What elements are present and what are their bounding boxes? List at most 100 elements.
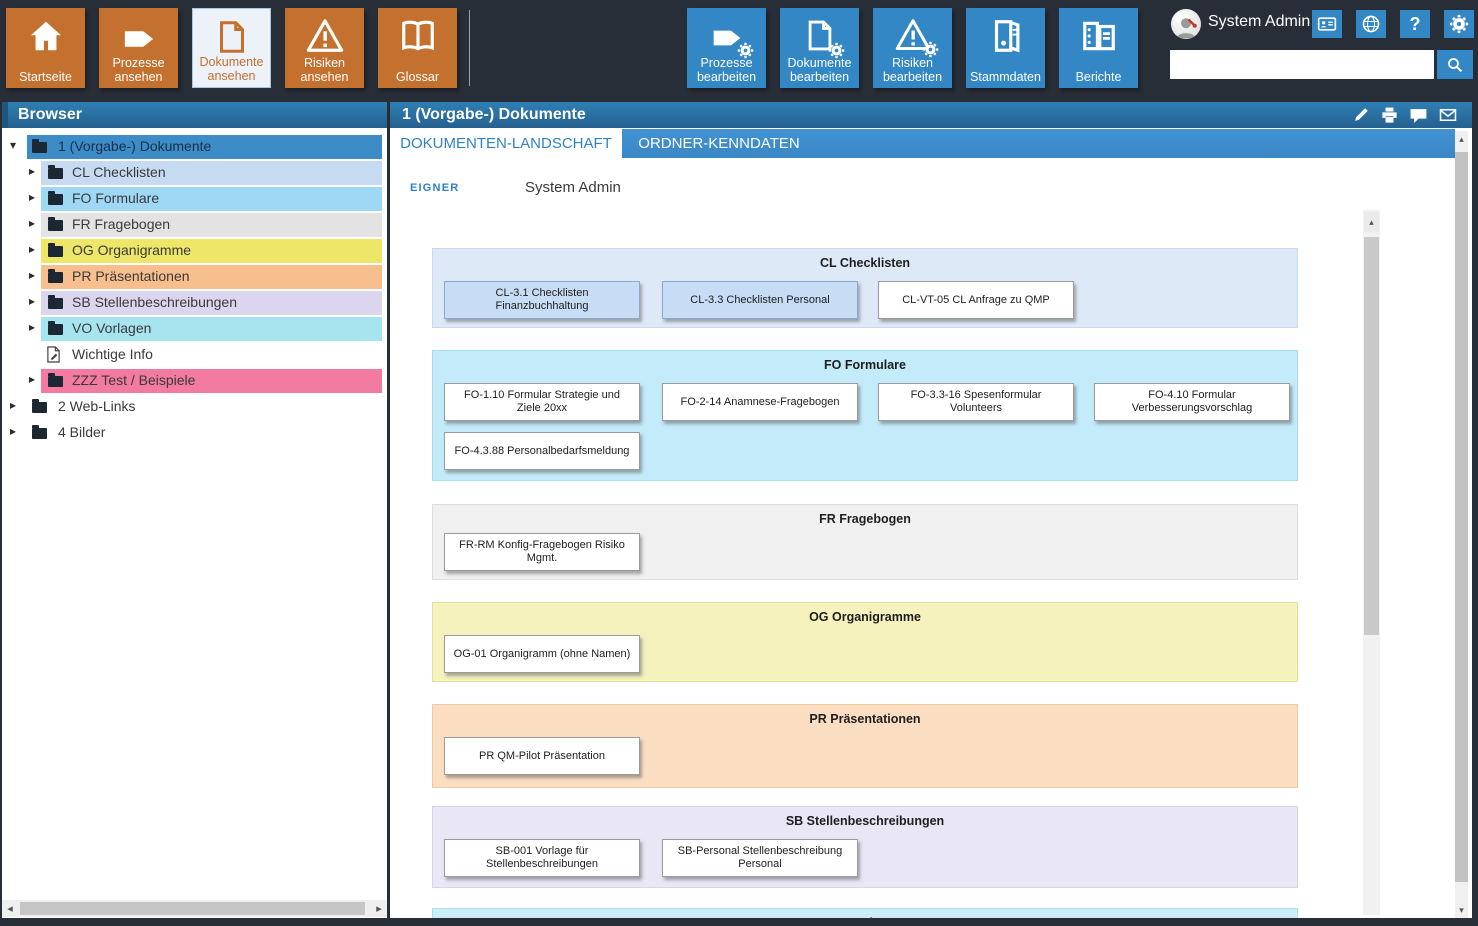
- folder-icon: [48, 194, 63, 205]
- binder-icon: [987, 17, 1025, 60]
- doc-button-og-01[interactable]: OG-01 Organigramm (ohne Namen): [444, 635, 640, 673]
- section-title: OG Organigramme: [433, 610, 1297, 624]
- search-button[interactable]: [1437, 50, 1473, 79]
- tree-item-vo-vorlagen[interactable]: ▸ VO Vorlagen: [2, 316, 382, 342]
- section-fo-formulare: FO Formulare FO-1.10 Formular Strategie …: [432, 350, 1298, 481]
- nav-button-glossar[interactable]: Glossar: [378, 8, 457, 88]
- doc-button-fo-1-10[interactable]: FO-1.10 Formular Strategie und Ziele 20x…: [444, 383, 640, 421]
- nav-button-label: Dokumente bearbeiten: [780, 56, 859, 84]
- doc-button-fr-rm[interactable]: FR-RM Konfig-Fragebogen Risiko Mgmt.: [444, 533, 640, 571]
- expander-right-icon[interactable]: ▸: [29, 320, 35, 334]
- scroll-up-icon[interactable]: ▴: [1455, 131, 1468, 147]
- expander-right-icon[interactable]: ▸: [29, 294, 35, 308]
- mail-icon[interactable]: [1438, 106, 1458, 124]
- doc-button-sb-001[interactable]: SB-001 Vorlage für Stellenbeschreibungen: [444, 839, 640, 877]
- globe-icon[interactable]: [1356, 10, 1386, 38]
- tree-item-wichtige-info[interactable]: Wichtige Info: [2, 342, 382, 368]
- tree-item-fo-formulare[interactable]: ▸ FO Formulare: [2, 186, 382, 212]
- tab-dokumenten-landschaft[interactable]: DOKUMENTEN-LANDSCHAFT: [390, 129, 622, 158]
- search-icon: [1446, 56, 1464, 74]
- doc-button-fo-4-3-88[interactable]: FO-4.3.88 Personalbedarfsmeldung: [444, 432, 640, 470]
- expander-right-icon[interactable]: ▸: [29, 268, 35, 282]
- scrollbar-thumb[interactable]: [1364, 237, 1379, 635]
- main-panel-title: 1 (Vorgabe-) Dokumente: [390, 102, 1472, 128]
- nav-button-label: Stammdaten: [970, 70, 1041, 84]
- doc-button-fo-3-3-16[interactable]: FO-3.3-16 Spesenformular Volunteers: [878, 383, 1074, 421]
- document-gear-icon: [803, 17, 837, 59]
- folder-icon: [48, 168, 63, 179]
- nav-button-risiken-bearbeiten[interactable]: Risiken bearbeiten: [873, 8, 952, 88]
- toolbar-separator: [469, 10, 470, 86]
- expander-right-icon[interactable]: ▸: [29, 216, 35, 230]
- tree-item-sb-stellenbeschreibungen[interactable]: ▸ SB Stellenbeschreibungen: [2, 290, 382, 316]
- edit-icon[interactable]: [1352, 106, 1370, 124]
- expander-down-icon[interactable]: ▾: [10, 138, 16, 152]
- section-title: FR Fragebogen: [433, 512, 1297, 526]
- tree-item-og-organigramme[interactable]: ▸ OG Organigramme: [2, 238, 382, 264]
- expander-right-icon[interactable]: ▸: [29, 372, 35, 386]
- section-vo-vorlagen: VO Vorlagen: [432, 908, 1298, 918]
- section-pr-praesentationen: PR Präsentationen PR QM-Pilot Präsentati…: [432, 704, 1298, 788]
- tree-item-vorgabe-dokumente[interactable]: ▾ 1 (Vorgabe-) Dokumente: [2, 134, 382, 160]
- doc-button-pr-qm-pilot[interactable]: PR QM-Pilot Präsentation: [444, 737, 640, 775]
- settings-icon[interactable]: [1444, 10, 1474, 38]
- nav-button-dokumente-ansehen[interactable]: Dokumente ansehen: [192, 8, 271, 88]
- application-window: Startseite Prozesse ansehen Dokumente an…: [0, 0, 1478, 926]
- tree-item-bilder[interactable]: ▸ 4 Bilder: [2, 420, 382, 446]
- section-title: VO Vorlagen: [433, 916, 1297, 918]
- nav-button-risiken-ansehen[interactable]: Risiken ansehen: [285, 8, 364, 88]
- nav-button-berichte[interactable]: Berichte: [1059, 8, 1138, 88]
- scroll-up-icon[interactable]: ▴: [1364, 212, 1379, 232]
- scroll-left-icon[interactable]: ◂: [2, 900, 18, 917]
- expander-right-icon[interactable]: ▸: [29, 190, 35, 204]
- document-icon: [214, 18, 250, 61]
- tree-item-fr-fragebogen[interactable]: ▸ FR Fragebogen: [2, 212, 382, 238]
- report-icon: [1080, 17, 1118, 60]
- nav-button-prozesse-bearbeiten[interactable]: Prozesse bearbeiten: [687, 8, 766, 88]
- expander-right-icon[interactable]: ▸: [10, 398, 16, 412]
- tree-item-zzz-test-beispiele[interactable]: ▸ ZZZ Test / Beispiele: [2, 368, 382, 394]
- nav-button-label: Risiken bearbeiten: [873, 56, 952, 84]
- user-name: System Admin: [1208, 13, 1310, 31]
- owner-field-value: System Admin: [525, 179, 621, 196]
- nav-button-prozesse-ansehen[interactable]: Prozesse ansehen: [99, 8, 178, 88]
- section-title: CL Checklisten: [433, 256, 1297, 270]
- scroll-right-icon[interactable]: ▸: [371, 900, 387, 917]
- expander-right-icon[interactable]: ▸: [29, 242, 35, 256]
- doc-button-fo-4-10[interactable]: FO-4.10 Formular Verbesserungsvorschlag: [1094, 383, 1290, 421]
- nav-button-startseite[interactable]: Startseite: [6, 8, 85, 88]
- scroll-down-icon[interactable]: ▾: [1455, 902, 1468, 918]
- browser-panel-title: Browser: [2, 102, 387, 128]
- section-fr-fragebogen: FR Fragebogen FR-RM Konfig-Fragebogen Ri…: [432, 504, 1298, 580]
- expander-right-icon[interactable]: ▸: [29, 164, 35, 178]
- section-sb-stellenbeschreibungen: SB Stellenbeschreibungen SB-001 Vorlage …: [432, 806, 1298, 888]
- main-vertical-scrollbar[interactable]: ▴ ▾: [1455, 131, 1468, 918]
- folder-icon: [32, 142, 47, 153]
- doc-button-cl-vt-05[interactable]: CL-VT-05 CL Anfrage zu QMP: [878, 281, 1074, 319]
- folder-icon: [48, 298, 63, 309]
- print-icon[interactable]: [1380, 106, 1399, 125]
- id-card-icon[interactable]: [1312, 10, 1342, 38]
- tree-item-pr-praesentationen[interactable]: ▸ PR Präsentationen: [2, 264, 382, 290]
- doc-button-fo-2-14[interactable]: FO-2-14 Anamnese-Fragebogen: [662, 383, 858, 421]
- tab-ordner-kenndaten[interactable]: ORDNER-KENNDATEN: [622, 129, 816, 158]
- page-title: 1 (Vorgabe-) Dokumente: [402, 106, 586, 123]
- scrollbar-thumb[interactable]: [1455, 152, 1468, 882]
- tree-item-cl-checklisten[interactable]: ▸ CL Checklisten: [2, 160, 382, 186]
- doc-button-sb-personal[interactable]: SB-Personal Stellenbeschreibung Personal: [662, 839, 858, 877]
- browser-horizontal-scrollbar[interactable]: ◂ ▸: [2, 900, 387, 917]
- folder-icon: [48, 324, 63, 335]
- comment-icon[interactable]: [1409, 106, 1428, 125]
- tree-item-web-links[interactable]: ▸ 2 Web-Links: [2, 394, 382, 420]
- folder-icon: [32, 428, 47, 439]
- landscape-vertical-scrollbar[interactable]: ▴: [1363, 210, 1380, 915]
- scrollbar-thumb[interactable]: [20, 902, 365, 915]
- doc-button-cl-3-1[interactable]: CL-3.1 Checklisten Finanzbuchhaltung: [444, 281, 640, 319]
- expander-right-icon[interactable]: ▸: [10, 424, 16, 438]
- help-icon[interactable]: ?: [1400, 10, 1430, 38]
- nav-button-stammdaten[interactable]: Stammdaten: [966, 8, 1045, 88]
- nav-button-dokumente-bearbeiten[interactable]: Dokumente bearbeiten: [780, 8, 859, 88]
- search-input[interactable]: [1170, 50, 1434, 79]
- doc-button-cl-3-3[interactable]: CL-3.3 Checklisten Personal: [662, 281, 858, 319]
- user-avatar[interactable]: [1171, 9, 1201, 39]
